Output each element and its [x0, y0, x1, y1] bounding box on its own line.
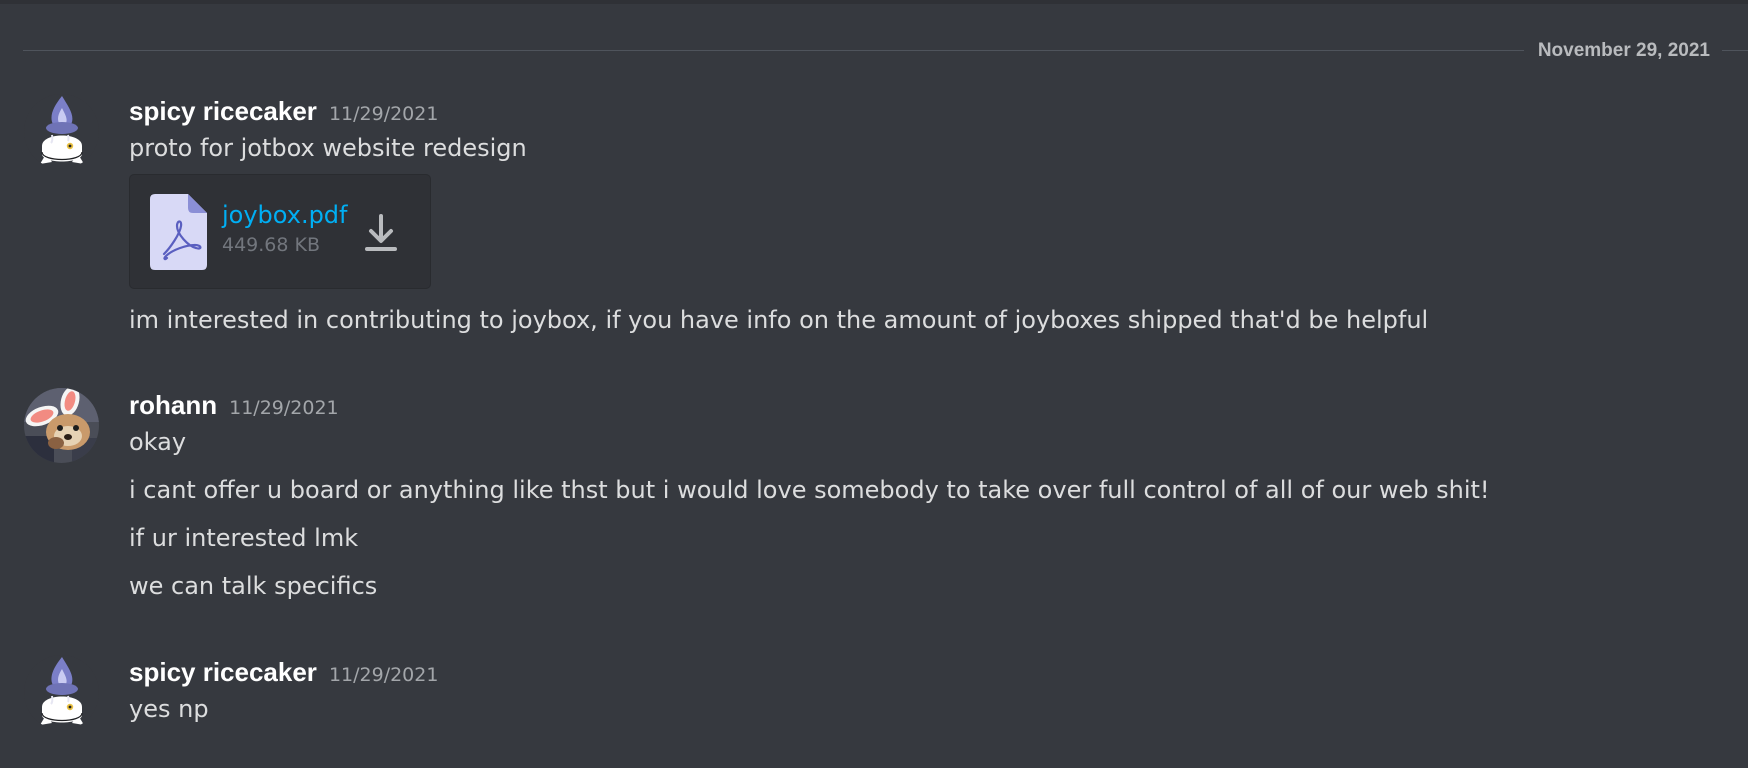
username[interactable]: rohann [129, 390, 217, 420]
date-divider: November 29, 2021 [23, 40, 1748, 62]
message-header: rohann 11/29/2021 [129, 388, 339, 422]
attachment-filesize: 449.68 KB [222, 234, 321, 256]
date-divider-line [23, 50, 1748, 51]
username[interactable]: spicy ricecaker [129, 657, 317, 687]
litwick-candle-avatar-icon [24, 94, 99, 169]
pdf-file-icon [150, 194, 207, 270]
message-text: i cant offer u board or anything like th… [129, 476, 1490, 504]
message-text: okay [129, 428, 187, 456]
message-text: if ur interested lmk [129, 524, 359, 552]
message-text: proto for jotbox website redesign [129, 134, 527, 162]
avatar[interactable] [24, 655, 99, 730]
avatar[interactable] [24, 388, 99, 463]
top-edge [0, 0, 1748, 4]
date-divider-label: November 29, 2021 [1523, 40, 1722, 62]
litwick-candle-avatar-icon [24, 655, 99, 730]
username[interactable]: spicy ricecaker [129, 96, 317, 126]
message-header: spicy ricecaker 11/29/2021 [129, 94, 438, 128]
attachment-filename-link[interactable]: joybox.pdf [222, 201, 347, 229]
message-text: im interested in contributing to joybox,… [129, 306, 1429, 334]
message-header: spicy ricecaker 11/29/2021 [129, 655, 438, 689]
timestamp[interactable]: 11/29/2021 [229, 397, 339, 419]
message-text: yes np [129, 695, 209, 723]
file-attachment: joybox.pdf 449.68 KB [129, 174, 431, 289]
chat-messages-pane: November 29, 2021 spicy ricecaker 11/29/… [0, 0, 1748, 768]
download-icon[interactable] [363, 213, 399, 253]
bunny-ears-photo-avatar-icon [24, 388, 99, 463]
message-text: we can talk specifics [129, 572, 378, 600]
avatar[interactable] [24, 94, 99, 169]
timestamp[interactable]: 11/29/2021 [329, 103, 439, 125]
timestamp[interactable]: 11/29/2021 [329, 664, 439, 686]
